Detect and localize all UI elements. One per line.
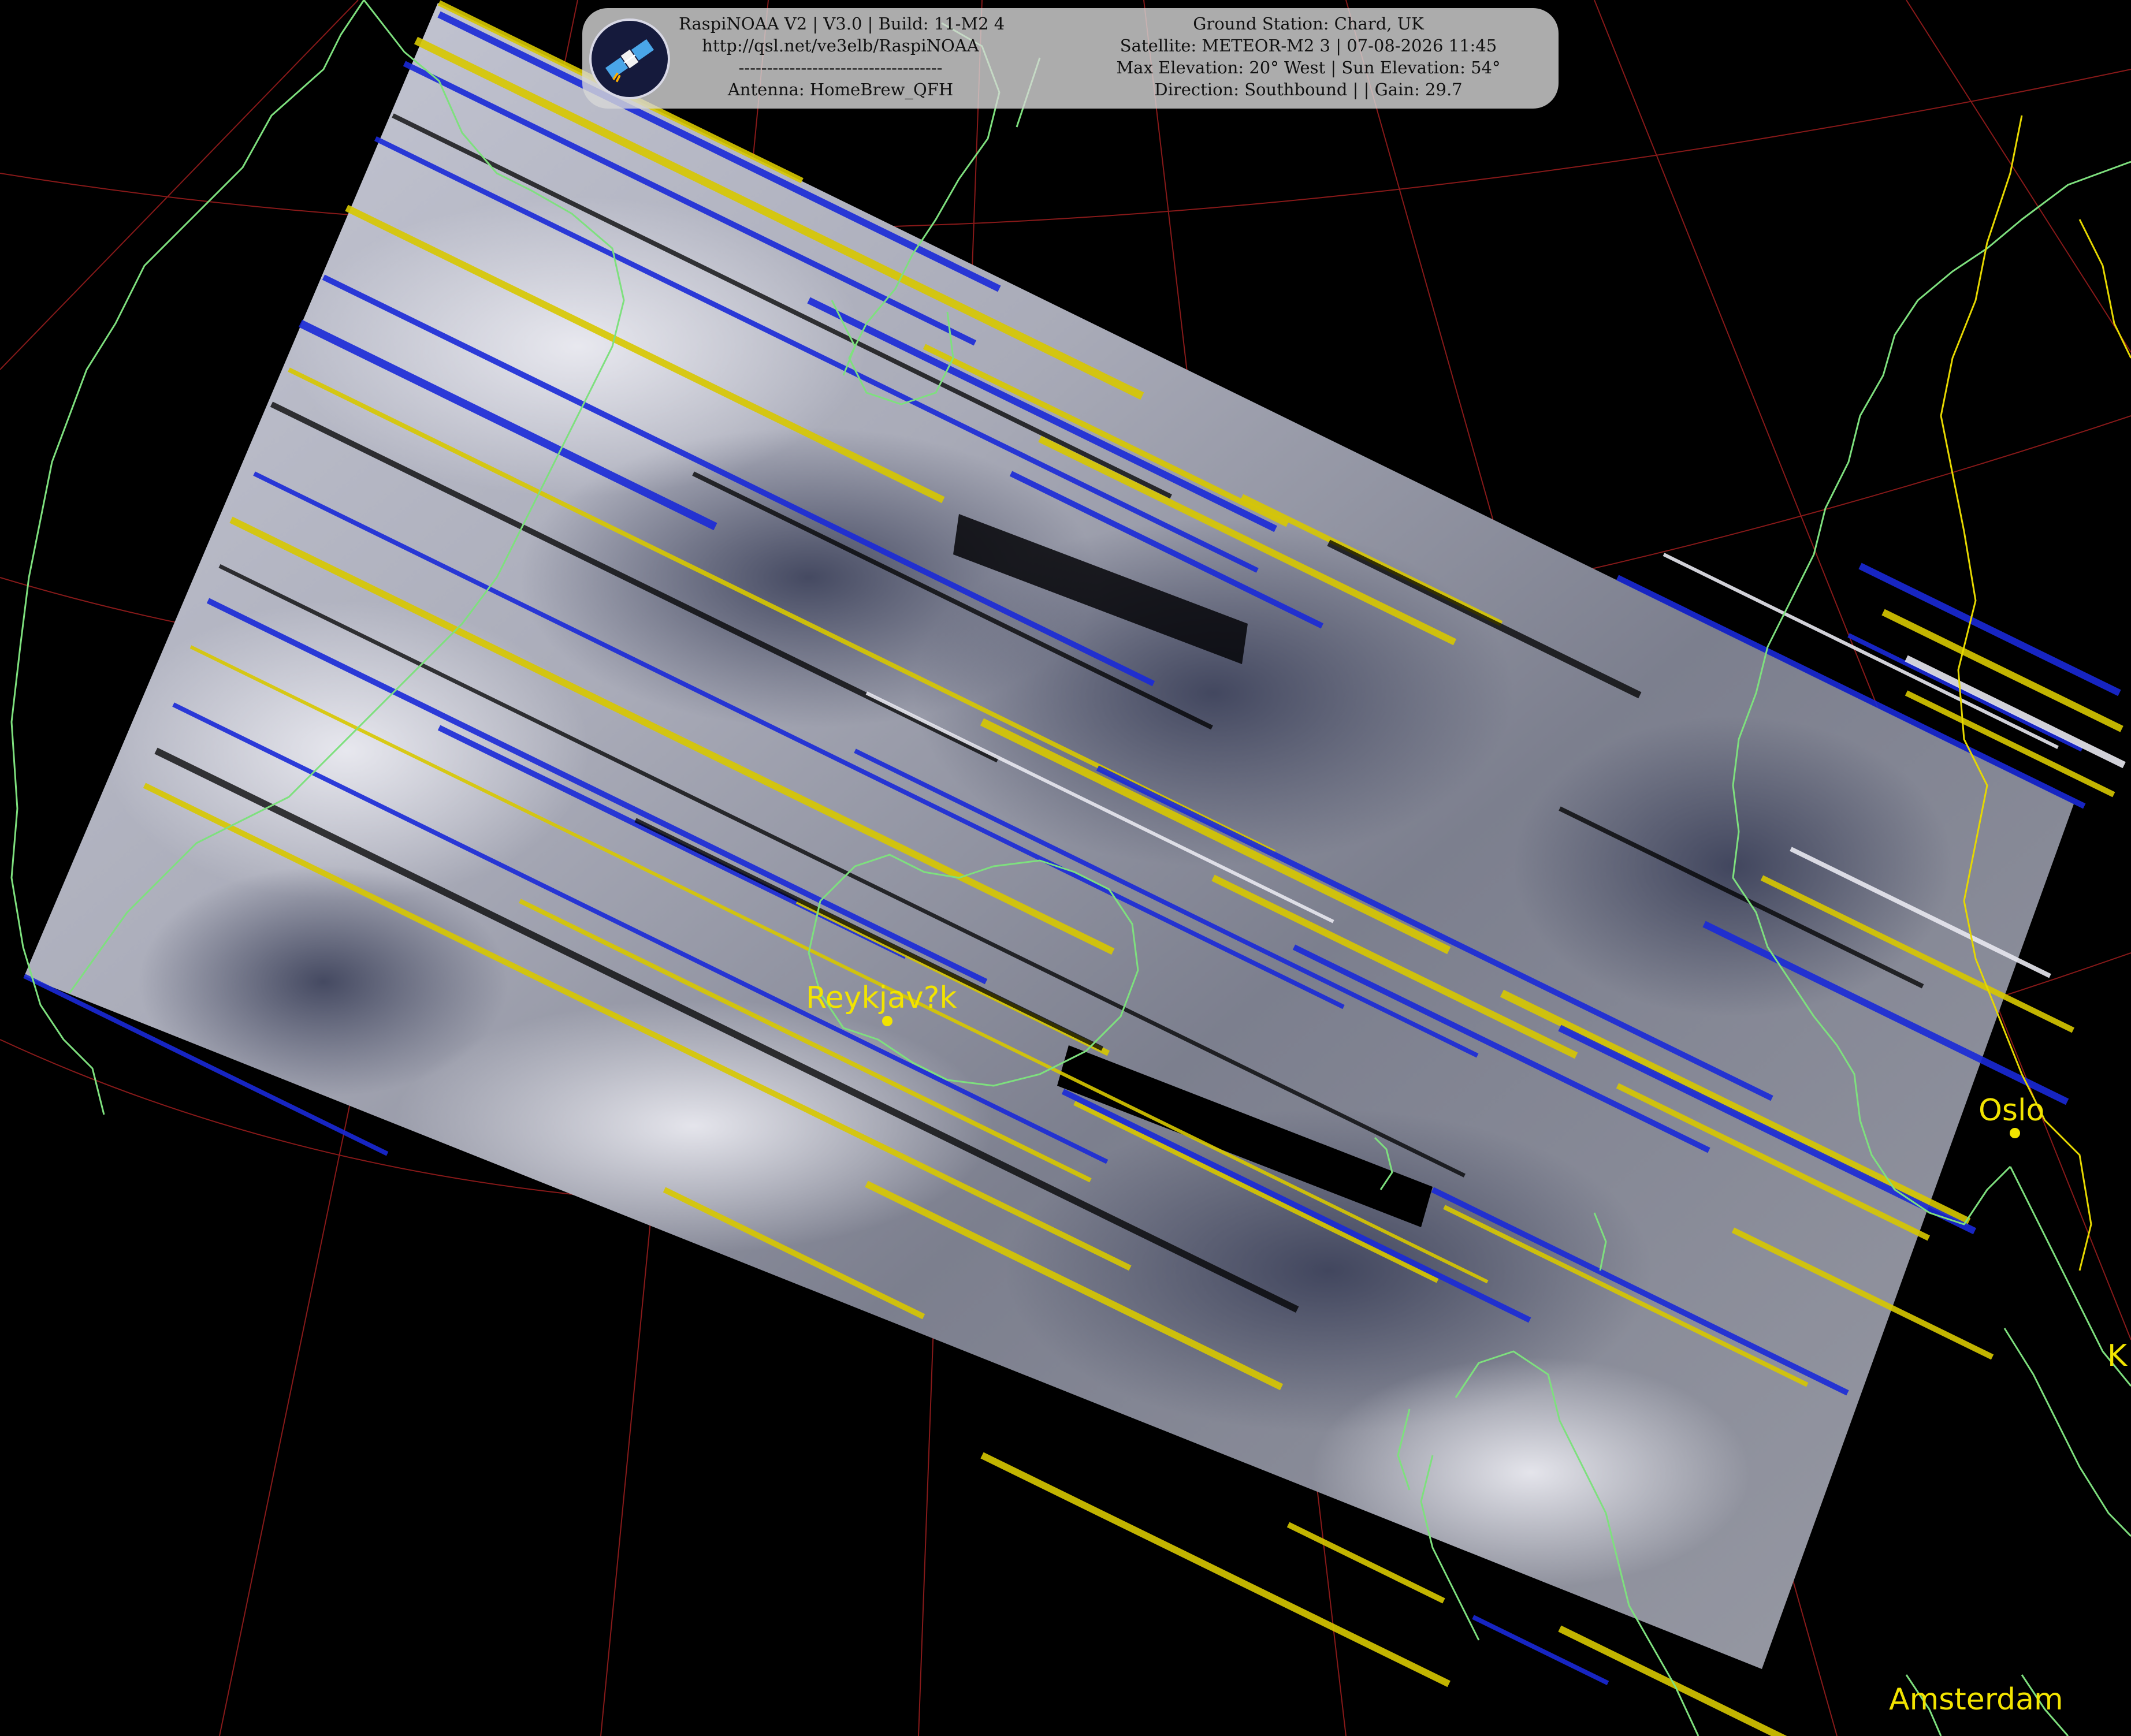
city-marker-reykjavik (882, 1016, 892, 1026)
city-label-amsterdam: Amsterdam (1889, 1682, 2063, 1717)
noise-line-54 (1472, 1615, 1609, 1685)
noise-line-53 (1558, 1625, 1787, 1736)
noise-line-59 (1858, 562, 2121, 696)
header-line-station: Ground Station: Chard, UK (1193, 14, 1424, 33)
city-label-oslo: Oslo (1978, 1093, 2045, 1128)
header-left-info: RaspiNOAA V2 | V3.0 | Build: 11-M2 4 htt… (679, 13, 1005, 100)
header-line-elevation: Max Elevation: 20° West | Sun Elevation:… (1116, 58, 1501, 77)
satellite-logo (589, 18, 670, 99)
header-line-url: http://qsl.net/ve3elb/RaspiNOAA (702, 36, 979, 55)
border-sweden-finland (2078, 219, 2131, 359)
header-line-title: RaspiNOAA V2 | V3.0 | Build: 11-M2 4 (679, 14, 1005, 33)
header-right-info: Ground Station: Chard, UK Satellite: MET… (1069, 13, 1548, 100)
satellite-icon (605, 39, 654, 83)
header-line-satellite: Satellite: METEOR-M2 3 | 07-08-2026 11:4… (1120, 36, 1497, 55)
noise-line-52 (1286, 1522, 1445, 1604)
city-label-reykjavik: Reykjav?k (806, 981, 957, 1015)
city-marker-oslo (2010, 1128, 2020, 1138)
header-line-direction: Direction: Southbound | | Gain: 29.7 (1154, 80, 1463, 99)
header-line-separator: ------------------------------------ (738, 58, 943, 77)
satellite-image-map (0, 0, 2131, 1736)
header-line-antenna: Antenna: HomeBrew_QFH (727, 80, 954, 99)
city-label-partial: K (2107, 1339, 2128, 1373)
